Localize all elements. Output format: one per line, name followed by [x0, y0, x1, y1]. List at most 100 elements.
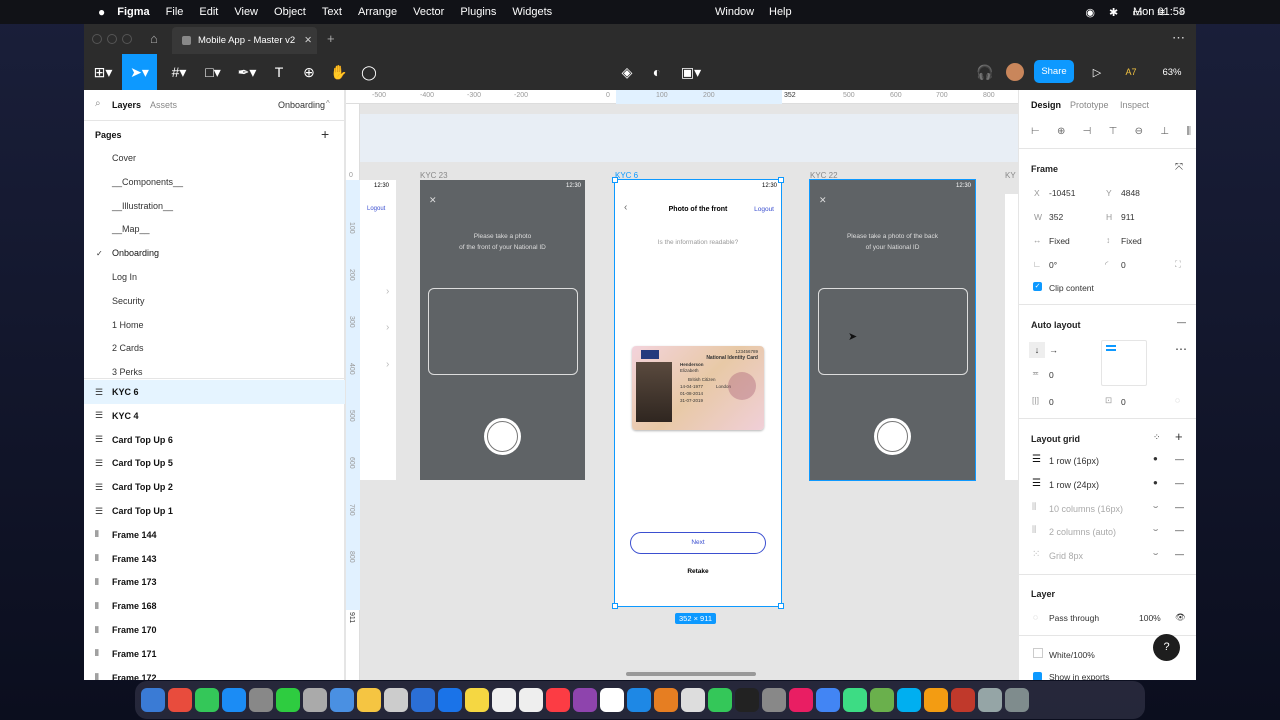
remove-grid-icon[interactable]: —	[1175, 454, 1184, 464]
visibility-eye-icon[interactable]: 👁	[1175, 612, 1186, 623]
dock-app-icon[interactable]	[303, 688, 327, 712]
h-input[interactable]: 911	[1121, 212, 1135, 222]
canvas[interactable]: -500 -400 -300 -200 0 100 200 352 500 60…	[346, 90, 1018, 680]
layer-item[interactable]: ⫴ Frame 173	[84, 570, 345, 594]
dock-app-icon[interactable]	[168, 688, 192, 712]
chevron-up-icon[interactable]: ^	[326, 99, 330, 108]
page-item[interactable]: Cover	[84, 146, 345, 170]
help-button[interactable]: ?	[1153, 634, 1180, 661]
distribute-icon[interactable]: ⫼	[1186, 126, 1191, 137]
menu-plugins[interactable]: Plugins	[460, 6, 496, 18]
share-button[interactable]: Share	[1034, 60, 1074, 83]
move-tool-icon[interactable]: ➤▾	[122, 54, 157, 90]
hidden-eye-icon[interactable]: ⌣	[1153, 502, 1158, 512]
frame-tool-icon[interactable]: #▾	[164, 54, 194, 90]
main-menu-icon[interactable]: ⊞▾	[88, 54, 118, 90]
layer-item[interactable]: ☰ Card Top Up 6	[84, 428, 345, 452]
grid-label[interactable]: 1 row (16px)	[1049, 456, 1099, 466]
menu-window[interactable]: Window	[715, 6, 754, 18]
tab-layers[interactable]: Layers	[112, 100, 141, 110]
resize-handle[interactable]	[612, 177, 618, 183]
page-item[interactable]: __Illustration__	[84, 194, 345, 218]
resize-handle[interactable]	[612, 603, 618, 609]
clip-content-checkbox[interactable]: ✓	[1033, 282, 1042, 291]
file-tab[interactable]: Mobile App - Master v2 ✕	[172, 27, 317, 54]
dock-app-icon[interactable]	[870, 688, 894, 712]
align-center-icon[interactable]: ⊕	[1057, 126, 1065, 137]
grid-styles-icon[interactable]: ⁘	[1153, 432, 1161, 443]
remove-grid-icon[interactable]: —	[1175, 549, 1184, 559]
horizontal-resizing-select[interactable]: Fixed	[1049, 236, 1070, 246]
layer-item[interactable]: ☰ Card Top Up 5	[84, 451, 345, 475]
dock-app-icon[interactable]	[573, 688, 597, 712]
layer-item[interactable]: ⫴ Frame 144	[84, 523, 345, 547]
remove-auto-layout-icon[interactable]: —	[1177, 317, 1186, 327]
corner-radius-input[interactable]: 0	[1121, 260, 1126, 270]
resize-to-fit-icon[interactable]: ⤧	[1175, 162, 1183, 173]
partial-right-frame[interactable]	[1005, 194, 1018, 480]
hand-tool-icon[interactable]: ✋	[326, 54, 352, 90]
grid-type-icon[interactable]: ⫴	[1032, 525, 1036, 536]
dock-app-icon[interactable]	[843, 688, 867, 712]
close-tab-icon[interactable]: ✕	[304, 35, 312, 46]
boolean-icon[interactable]: ▣▾	[676, 54, 706, 90]
hidden-eye-icon[interactable]: ⌣	[1153, 549, 1158, 559]
vertical-direction-icon[interactable]: ↓	[1029, 342, 1045, 358]
text-tool-icon[interactable]: T	[266, 54, 292, 90]
alignment-grid[interactable]	[1101, 340, 1147, 386]
layer-item[interactable]: ☰ KYC 6	[84, 380, 345, 404]
dock-app-icon[interactable]	[1005, 688, 1029, 712]
w-input[interactable]: 352	[1049, 212, 1063, 222]
resize-handle[interactable]	[778, 603, 784, 609]
dock-app-icon[interactable]	[276, 688, 300, 712]
zoom-level[interactable]: 63%	[1152, 54, 1192, 90]
horizontal-scrollbar[interactable]	[626, 672, 756, 676]
user-badge[interactable]: A7	[1118, 54, 1144, 90]
layer-item[interactable]: ⫴ Frame 143	[84, 547, 345, 571]
menu-edit[interactable]: Edit	[199, 6, 218, 18]
align-left-icon[interactable]: ⊢	[1031, 126, 1040, 137]
component-icon[interactable]: ◈	[614, 54, 640, 90]
menu-widgets[interactable]: Widgets	[512, 6, 552, 18]
fill-swatch[interactable]	[1033, 648, 1043, 658]
grid-type-icon[interactable]: ⫴	[1032, 502, 1036, 513]
frame-kyc22[interactable]: 12:30 ✕ Please take a photo of the back …	[809, 179, 976, 481]
grid-label[interactable]: 10 columns (16px)	[1049, 504, 1123, 514]
frame-kyc6[interactable]: 12:30 ‹ Photo of the front Logout Is the…	[612, 177, 784, 609]
menu-text[interactable]: Text	[322, 6, 342, 18]
pen-tool-icon[interactable]: ✒▾	[232, 54, 262, 90]
dock-app-icon[interactable]	[951, 688, 975, 712]
align-bottom-icon[interactable]: ⊥	[1160, 126, 1169, 137]
menu-view[interactable]: View	[234, 6, 258, 18]
comment-tool-icon[interactable]: ◯	[356, 54, 382, 90]
hidden-eye-icon[interactable]: ⌣	[1153, 525, 1158, 535]
layer-item[interactable]: ☰ KYC 4	[84, 404, 345, 428]
record-icon[interactable]: ◉	[1085, 6, 1095, 19]
new-tab-icon[interactable]: +	[327, 31, 335, 46]
dock-app-icon[interactable]	[438, 688, 462, 712]
frame-label-kyc23[interactable]: KYC 23	[420, 171, 448, 180]
menu-file[interactable]: File	[166, 6, 184, 18]
search-icon[interactable]: ⌕	[95, 98, 101, 109]
menubar-clock[interactable]: Mon 01:58	[1133, 6, 1185, 18]
layer-item[interactable]: ☰ Card Top Up 2	[84, 475, 345, 499]
align-right-icon[interactable]: ⊣	[1083, 126, 1092, 137]
layer-item[interactable]: ⫴ Frame 172	[84, 666, 345, 680]
shape-tool-icon[interactable]: □▾	[198, 54, 228, 90]
menu-vector[interactable]: Vector	[413, 6, 444, 18]
blend-mode-select[interactable]: Pass through	[1049, 613, 1099, 623]
dock-app-icon[interactable]	[249, 688, 273, 712]
layer-item[interactable]: ☰ Card Top Up 1	[84, 499, 345, 523]
audio-icon[interactable]: 🎧	[972, 54, 998, 90]
vertical-resizing-select[interactable]: Fixed	[1121, 236, 1142, 246]
dock-app-icon[interactable]	[978, 688, 1002, 712]
page-item[interactable]: __Components__	[84, 170, 345, 194]
page-item[interactable]: ✓ Onboarding	[84, 241, 345, 265]
dock-app-icon[interactable]	[195, 688, 219, 712]
dock-app-icon[interactable]	[924, 688, 948, 712]
independent-corners-icon[interactable]: ⛶	[1175, 259, 1181, 270]
resources-tool-icon[interactable]: ⊕	[296, 54, 322, 90]
page-item[interactable]: Security	[84, 289, 345, 313]
frame-label-partial[interactable]: KY	[1005, 171, 1016, 180]
dock-app-icon[interactable]	[816, 688, 840, 712]
